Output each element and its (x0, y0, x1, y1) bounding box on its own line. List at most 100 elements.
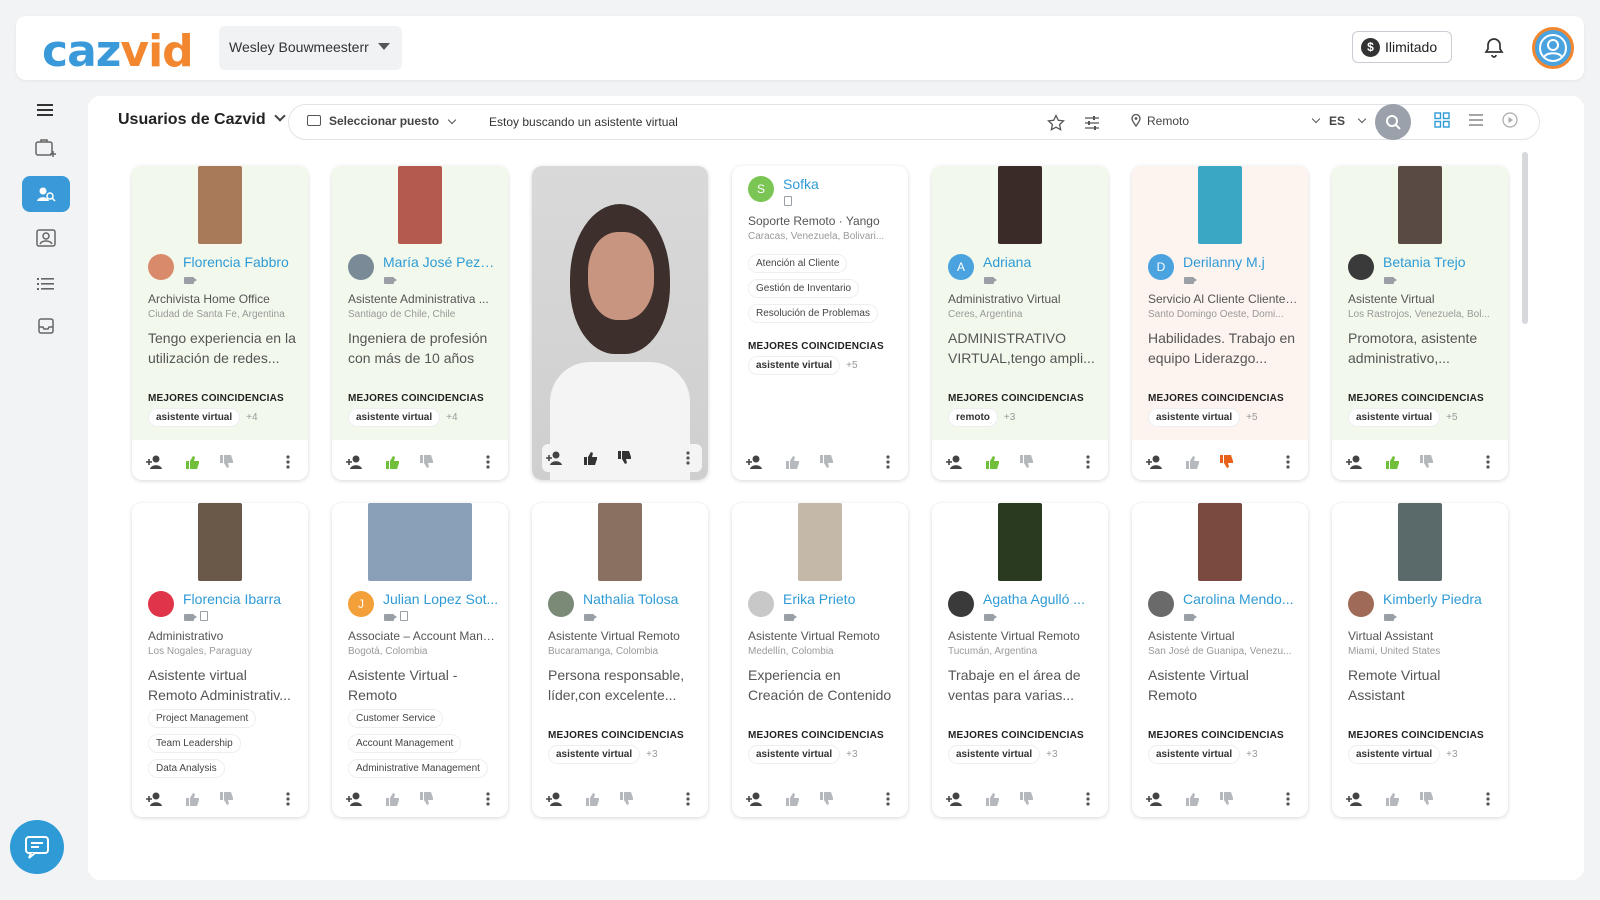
candidate-photo[interactable] (368, 503, 472, 581)
thumbs-up-icon[interactable] (980, 450, 1004, 474)
avatar[interactable] (548, 591, 574, 617)
candidate-photo[interactable] (1198, 166, 1242, 244)
avatar[interactable] (148, 591, 174, 617)
add-user-icon[interactable] (544, 787, 568, 811)
candidate-photo[interactable] (198, 503, 242, 581)
add-user-icon[interactable] (944, 787, 968, 811)
search-button[interactable] (1375, 104, 1411, 140)
candidate-card[interactable]: Nathalia Tolosa Asistente Virtual Remoto… (532, 503, 708, 817)
thumbs-down-icon[interactable] (414, 450, 438, 474)
candidate-name[interactable]: Kimberly Piedra (1383, 591, 1499, 607)
more-options-icon[interactable] (276, 450, 300, 474)
more-options-icon[interactable] (276, 787, 300, 811)
candidate-card[interactable]: Carolina Mendo... Asistente Virtual San J… (1132, 503, 1308, 817)
user-search-icon[interactable] (22, 176, 70, 212)
candidate-name[interactable]: Carolina Mendo... (1183, 591, 1299, 607)
thumbs-up-icon[interactable] (180, 787, 204, 811)
language-select[interactable]: ES (1329, 114, 1367, 128)
avatar[interactable]: D (1148, 254, 1174, 280)
inbox-icon[interactable] (22, 308, 70, 344)
candidate-card[interactable]: Betania Trejo Asistente Virtual Los Rastr… (1332, 166, 1508, 480)
add-user-icon[interactable] (344, 450, 368, 474)
candidate-photo[interactable] (798, 503, 842, 581)
more-options-icon[interactable] (674, 444, 702, 472)
thumbs-down-icon[interactable] (214, 450, 238, 474)
avatar[interactable]: S (748, 176, 774, 202)
candidate-name[interactable]: Sofka (783, 176, 899, 192)
contacts-icon[interactable] (22, 220, 70, 256)
candidate-name[interactable]: Adriana (983, 254, 1099, 270)
user-avatar-icon[interactable] (1532, 27, 1574, 69)
add-user-icon[interactable] (744, 787, 768, 811)
grid-view-icon[interactable] (1434, 112, 1452, 130)
cazvid-logo[interactable]: cazvid (42, 26, 194, 77)
add-user-icon[interactable] (1144, 450, 1168, 474)
thumbs-up-icon[interactable] (980, 787, 1004, 811)
candidate-name[interactable]: Betania Trejo (1383, 254, 1499, 270)
location-select[interactable]: Remoto (1129, 113, 1321, 128)
more-options-icon[interactable] (1276, 787, 1300, 811)
add-user-icon[interactable] (1344, 450, 1368, 474)
add-user-icon[interactable] (144, 787, 168, 811)
more-options-icon[interactable] (1476, 450, 1500, 474)
list-icon[interactable] (22, 266, 70, 302)
avatar[interactable] (1348, 254, 1374, 280)
avatar[interactable] (1348, 591, 1374, 617)
thumbs-up-icon[interactable] (1180, 450, 1204, 474)
thumbs-down-icon[interactable] (1414, 450, 1438, 474)
chat-button[interactable] (10, 820, 64, 874)
add-user-icon[interactable] (944, 450, 968, 474)
candidate-name[interactable]: Agatha Agulló ... (983, 591, 1099, 607)
add-user-icon[interactable] (1344, 787, 1368, 811)
candidate-card[interactable]: Agatha Agulló ... Asistente Virtual Remo… (932, 503, 1108, 817)
candidate-video-preview[interactable] (532, 166, 708, 480)
thumbs-down-icon[interactable] (214, 787, 238, 811)
thumbs-up-icon[interactable] (780, 787, 804, 811)
list-view-icon[interactable] (1468, 112, 1486, 130)
thumbs-up-icon[interactable] (380, 450, 404, 474)
thumbs-down-icon[interactable] (1214, 450, 1238, 474)
more-options-icon[interactable] (1276, 450, 1300, 474)
candidate-name[interactable]: María José Pezo... (383, 254, 499, 270)
play-icon[interactable] (1502, 112, 1520, 130)
thumbs-up-icon[interactable] (1380, 787, 1404, 811)
thumbs-down-icon[interactable] (814, 450, 838, 474)
candidate-name[interactable]: Julian Lopez Sot... (383, 591, 499, 607)
more-options-icon[interactable] (1476, 787, 1500, 811)
menu-icon[interactable] (22, 92, 70, 128)
bell-icon[interactable] (1482, 36, 1506, 60)
thumbs-down-icon[interactable] (814, 787, 838, 811)
add-user-icon[interactable] (542, 444, 570, 472)
avatar[interactable] (148, 254, 174, 280)
new-job-icon[interactable] (22, 130, 70, 166)
add-user-icon[interactable] (1144, 787, 1168, 811)
thumbs-up-icon[interactable] (180, 450, 204, 474)
company-user-select[interactable]: Wesley Bouwmeesterr (219, 26, 402, 70)
candidate-card[interactable]: Florencia Fabbro Archivista Home Office C… (132, 166, 308, 480)
add-user-icon[interactable] (144, 450, 168, 474)
thumbs-up-icon[interactable] (380, 787, 404, 811)
category-select[interactable]: Usuarios de Cazvid (118, 110, 286, 129)
candidate-photo[interactable] (998, 166, 1042, 244)
thumbs-down-icon[interactable] (1414, 787, 1438, 811)
candidate-name[interactable]: Derilanny M.j (1183, 254, 1299, 270)
candidate-photo[interactable] (998, 503, 1042, 581)
thumbs-up-icon[interactable] (1380, 450, 1404, 474)
candidate-photo[interactable] (1398, 166, 1442, 244)
candidate-card[interactable]: S Sofka Soporte Remoto · Yango Caracas, V… (732, 166, 908, 480)
avatar[interactable] (348, 254, 374, 280)
candidate-card[interactable] (532, 166, 708, 480)
more-options-icon[interactable] (476, 450, 500, 474)
more-options-icon[interactable] (476, 787, 500, 811)
scrollbar[interactable] (1522, 152, 1528, 324)
candidate-photo[interactable] (598, 503, 642, 581)
thumbs-down-icon[interactable] (614, 787, 638, 811)
thumbs-down-icon[interactable] (1214, 787, 1238, 811)
more-options-icon[interactable] (1076, 450, 1100, 474)
star-icon[interactable] (1047, 113, 1065, 132)
candidate-name[interactable]: Florencia Fabbro (183, 254, 299, 270)
thumbs-up-icon[interactable] (1180, 787, 1204, 811)
more-options-icon[interactable] (676, 787, 700, 811)
search-input[interactable]: Estoy buscando un asistente virtual (489, 115, 678, 129)
candidate-card[interactable]: Kimberly Piedra Virtual Assistant Miami, … (1332, 503, 1508, 817)
